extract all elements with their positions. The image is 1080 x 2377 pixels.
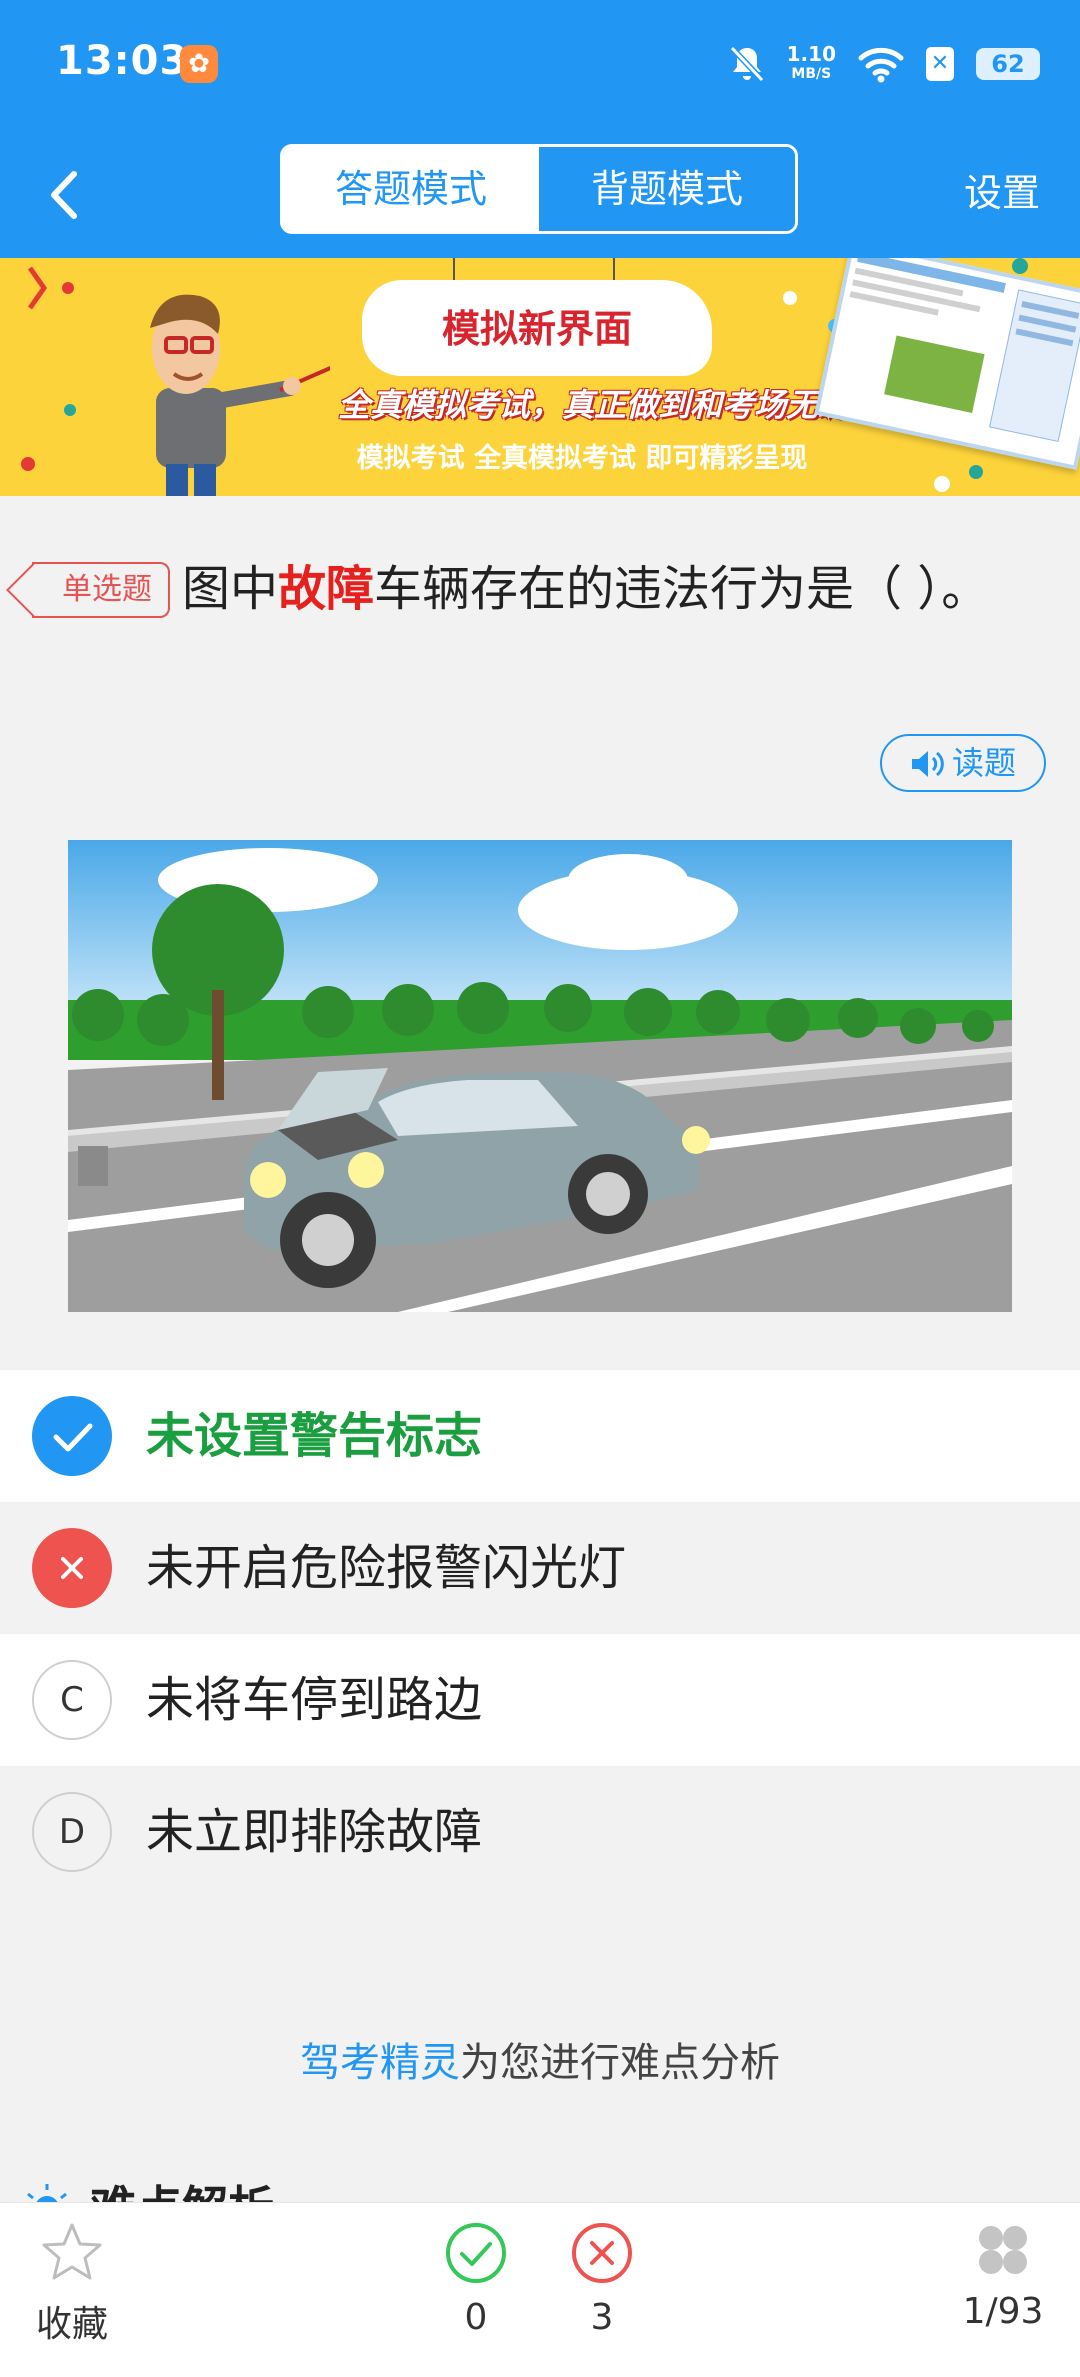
status-icons: 1.10 MB/S ✕ 62: [729, 40, 1040, 88]
settings-button[interactable]: 设置: [964, 158, 1040, 228]
wrong-x-icon: [32, 1528, 112, 1608]
correct-count: 0: [464, 2297, 488, 2338]
option-c-letter: C: [32, 1660, 112, 1740]
banner-subtitle: 模拟考试 全真模拟考试 即可精彩呈现: [356, 443, 808, 474]
question-text-part2: 车辆存在的违法行为是（ ）。: [374, 561, 990, 617]
option-a-text: 未设置警告标志: [146, 1408, 483, 1464]
favorite-label: 收藏: [35, 2304, 108, 2345]
question-text-part1: 图中: [182, 561, 279, 617]
correct-count-button[interactable]: 0: [436, 2221, 516, 2338]
tab-memorize-mode[interactable]: 背题模式: [539, 147, 795, 231]
bottom-bar: 收藏 0 3 1/93: [0, 2202, 1080, 2377]
mode-switch: 答题模式 背题模式: [280, 144, 798, 234]
mute-bell-icon: [729, 45, 764, 83]
wifi-icon: [858, 47, 904, 83]
option-b[interactable]: 未开启危险报警闪光灯: [0, 1502, 1080, 1634]
sim-disabled-icon: ✕: [926, 47, 954, 81]
status-time: 13:03: [56, 38, 189, 84]
net-speed-value: 1.10: [786, 42, 836, 66]
option-a[interactable]: 未设置警告标志: [0, 1370, 1080, 1502]
nav-bar: 答题模式 背题模式 设置: [0, 130, 1080, 258]
wrong-count: 3: [590, 2297, 614, 2338]
wrong-count-button[interactable]: 3: [562, 2221, 642, 2338]
teacher-illustration: [150, 294, 330, 496]
question-image[interactable]: [68, 840, 1012, 1312]
correct-circle-icon: [446, 2223, 506, 2283]
question-text: 单选题 图中故障车辆存在的违法行为是（ ）。: [32, 548, 1042, 630]
question-index-button[interactable]: 1/93: [938, 2221, 1068, 2332]
banner-title: 模拟新界面: [441, 306, 632, 351]
analysis-brand: 驾考精灵: [300, 2040, 460, 2086]
tab-answer-mode[interactable]: 答题模式: [283, 147, 539, 231]
question-progress: 1/93: [962, 2291, 1044, 2332]
app-notification-icon: ✿: [180, 45, 218, 83]
difficulty-analysis-link[interactable]: 驾考精灵为您进行难点分析: [0, 2030, 1080, 2088]
option-d-text: 未立即排除故障: [146, 1804, 483, 1860]
app-header: 13:03 ✿ 1.10 MB/S ✕ 62 答题模式 背题模式 设置: [0, 0, 1080, 258]
back-button[interactable]: [40, 160, 100, 230]
analysis-suffix: 为您进行难点分析: [460, 2040, 780, 2086]
option-d[interactable]: D 未立即排除故障: [0, 1766, 1080, 1898]
question-keyword: 故障: [278, 561, 375, 617]
grid-menu-icon: [979, 2226, 1027, 2274]
promo-banner[interactable]: 模拟新界面 全真模拟考试，真正做到和考场无缝对接。 模拟考试 全真模拟考试 即可…: [0, 258, 1080, 496]
network-speed: 1.10 MB/S: [787, 44, 836, 84]
battery-indicator: 62: [976, 48, 1040, 80]
net-speed-unit: MB/S: [791, 66, 832, 82]
read-question-button[interactable]: 读题: [880, 734, 1046, 792]
read-question-label: 读题: [951, 744, 1016, 782]
option-b-text: 未开启危险报警闪光灯: [146, 1540, 627, 1596]
correct-check-icon: [32, 1396, 112, 1476]
chevron-left-icon: [51, 171, 77, 219]
option-d-letter: D: [32, 1792, 112, 1872]
answer-options: 未设置警告标志 未开启危险报警闪光灯 C 未将车停到路边 D 未立即排除故障: [0, 1370, 1080, 1898]
question-type-badge: 单选题: [32, 562, 170, 618]
option-c-text: 未将车停到路边: [146, 1672, 483, 1728]
favorite-button[interactable]: 收藏: [24, 2221, 120, 2347]
status-bar: 13:03 ✿ 1.10 MB/S ✕ 62: [0, 0, 1080, 130]
star-icon: [42, 2223, 102, 2280]
option-c[interactable]: C 未将车停到路边: [0, 1634, 1080, 1766]
speaker-icon: [911, 751, 944, 777]
wrong-circle-icon: [572, 2223, 632, 2283]
